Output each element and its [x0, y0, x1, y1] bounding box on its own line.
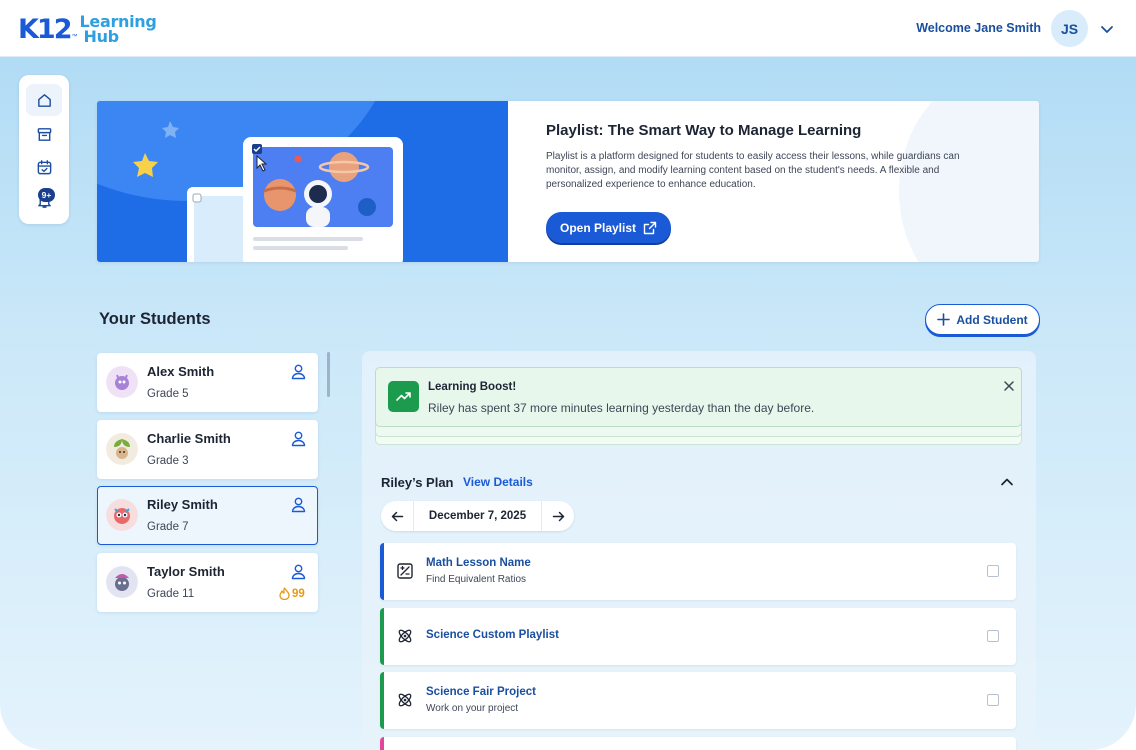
- banner-description: Playlist is a platform designed for stud…: [546, 151, 960, 190]
- user-avatar[interactable]: JS: [1051, 10, 1088, 47]
- external-link-icon: [643, 221, 657, 234]
- next-day-button[interactable]: [541, 501, 574, 531]
- lesson-subtitle: Find Equivalent Ratios: [426, 574, 527, 585]
- student-name: Alex Smith: [147, 364, 215, 379]
- previous-day-button[interactable]: [381, 501, 414, 531]
- rail-home-button[interactable]: [26, 84, 62, 116]
- view-details-link[interactable]: View Details: [463, 475, 533, 489]
- add-student-button[interactable]: Add Student: [925, 304, 1040, 335]
- student-card-charlie[interactable]: Charlie Smith Grade 3: [97, 420, 318, 479]
- logo-mark: K12: [18, 13, 72, 45]
- lesson-name: Math Lesson Name: [426, 557, 531, 569]
- lesson-subtitle: Work on your project: [426, 703, 519, 714]
- chevron-down-icon[interactable]: [1099, 21, 1115, 37]
- banner-title: Playlist: The Smart Way to Manage Learni…: [546, 122, 862, 139]
- lesson-name: Science Fair Project: [426, 686, 536, 698]
- playlist-banner: Playlist: The Smart Way to Manage Learni…: [97, 101, 1039, 262]
- student-grade: Grade 7: [147, 521, 189, 533]
- student-card-taylor[interactable]: Taylor Smith Grade 11 99: [97, 553, 318, 612]
- plus-icon: [937, 313, 951, 326]
- lesson-checkbox[interactable]: [987, 630, 999, 642]
- lesson-checkbox[interactable]: [987, 565, 999, 577]
- person-icon[interactable]: [290, 563, 307, 580]
- top-bar: K12 ™ Learning Hub Welcome Jane Smith JS: [0, 0, 1136, 57]
- astronaut-illustration: [133, 121, 403, 262]
- person-icon[interactable]: [290, 496, 307, 513]
- home-icon: [37, 93, 51, 107]
- welcome-text: Welcome Jane Smith: [916, 21, 1041, 35]
- student-name: Riley Smith: [147, 497, 218, 512]
- atom-icon: [398, 629, 412, 643]
- flame-icon: [279, 587, 290, 600]
- student-grade: Grade 3: [147, 455, 189, 467]
- trending-up-icon: [388, 381, 419, 412]
- person-icon[interactable]: [290, 430, 307, 447]
- streak-count: 99: [292, 587, 305, 600]
- streak-badge: 99: [279, 587, 305, 600]
- lesson-item-science-fair[interactable]: Science Fair Project Work on your projec…: [380, 672, 1016, 729]
- lesson-item-partial[interactable]: [380, 737, 1016, 750]
- student-name: Taylor Smith: [147, 564, 225, 579]
- avatar: [106, 566, 138, 598]
- students-scrollbar[interactable]: [327, 352, 330, 397]
- student-grade: Grade 11: [147, 588, 195, 600]
- open-playlist-button[interactable]: Open Playlist: [546, 212, 671, 243]
- student-card-alex[interactable]: Alex Smith Grade 5: [97, 353, 318, 412]
- selected-date[interactable]: December 7, 2025: [414, 501, 541, 531]
- playlist-illustration: [97, 101, 508, 262]
- logo-wordmark: Learning Hub: [80, 14, 157, 46]
- chevron-up-icon[interactable]: [1000, 475, 1014, 489]
- lesson-checkbox[interactable]: [987, 694, 999, 706]
- rail-calendar-button[interactable]: [26, 151, 62, 183]
- archive-icon: [37, 127, 51, 141]
- person-icon[interactable]: [290, 363, 307, 380]
- k12-learning-hub-logo[interactable]: K12 ™ Learning Hub: [18, 12, 157, 46]
- student-card-riley[interactable]: Riley Smith Grade 7: [97, 486, 318, 545]
- arrow-right-icon: [552, 511, 564, 521]
- open-playlist-label: Open Playlist: [559, 220, 637, 235]
- boost-message: Riley has spent 37 more minutes learning…: [428, 401, 815, 415]
- student-name: Charlie Smith: [147, 431, 231, 446]
- your-students-title: Your Students: [99, 310, 211, 328]
- math-icon: [397, 563, 413, 579]
- close-icon[interactable]: [1003, 380, 1015, 392]
- lesson-name: Science Custom Playlist: [426, 629, 559, 641]
- lesson-accent-bar: [380, 737, 384, 750]
- plan-title: Riley’s Plan: [381, 475, 454, 490]
- notification-badge: 9+: [38, 188, 55, 202]
- boost-title: Learning Boost!: [428, 381, 517, 393]
- lesson-accent-bar: [380, 543, 384, 600]
- logo-trademark: ™: [71, 34, 78, 40]
- calendar-icon: [37, 159, 51, 174]
- add-student-label: Add Student: [956, 312, 1028, 327]
- learning-boost-notification: Learning Boost! Riley has spent 37 more …: [375, 367, 1022, 427]
- avatar: [106, 366, 138, 398]
- student-grade: Grade 5: [147, 388, 189, 400]
- main-area: Playlist: The Smart Way to Manage Learni…: [0, 57, 1136, 750]
- lesson-accent-bar: [380, 608, 384, 665]
- avatar: [106, 499, 138, 531]
- avatar: [106, 433, 138, 465]
- rail-archive-button[interactable]: [26, 118, 62, 150]
- atom-icon: [398, 693, 412, 707]
- lesson-item-math[interactable]: Math Lesson Name Find Equivalent Ratios: [380, 543, 1016, 600]
- lesson-item-science-playlist[interactable]: Science Custom Playlist: [380, 608, 1016, 665]
- lesson-accent-bar: [380, 672, 384, 729]
- logo-word-hub: Hub: [83, 27, 120, 46]
- arrow-left-icon: [391, 511, 403, 521]
- date-navigator: December 7, 2025: [381, 501, 574, 531]
